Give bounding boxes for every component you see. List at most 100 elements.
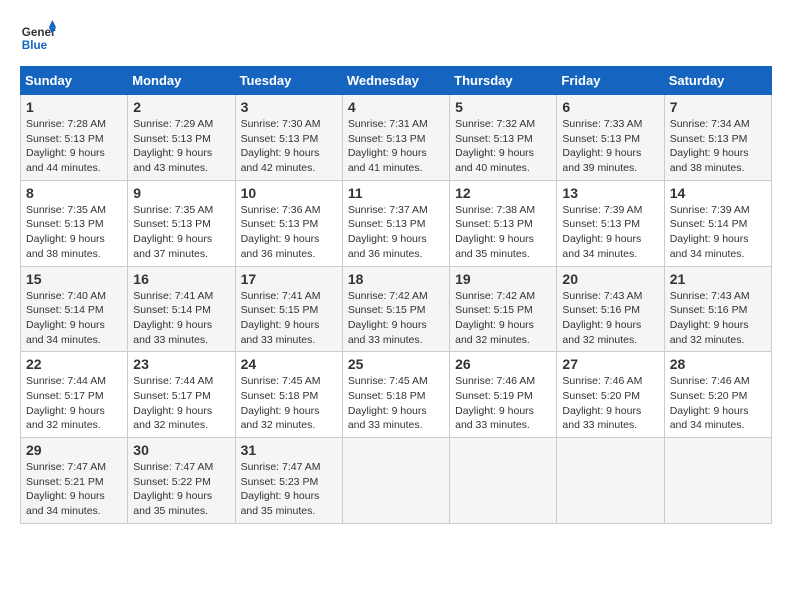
day-number: 29 (26, 442, 122, 458)
day-detail: Sunrise: 7:31 AM Sunset: 5:13 PM Dayligh… (348, 117, 444, 176)
calendar-cell: 18 Sunrise: 7:42 AM Sunset: 5:15 PM Dayl… (342, 266, 449, 352)
calendar-cell: 28 Sunrise: 7:46 AM Sunset: 5:20 PM Dayl… (664, 352, 771, 438)
calendar-cell: 29 Sunrise: 7:47 AM Sunset: 5:21 PM Dayl… (21, 438, 128, 524)
calendar-cell: 24 Sunrise: 7:45 AM Sunset: 5:18 PM Dayl… (235, 352, 342, 438)
logo: General Blue (20, 20, 60, 56)
day-detail: Sunrise: 7:34 AM Sunset: 5:13 PM Dayligh… (670, 117, 766, 176)
day-number: 12 (455, 185, 551, 201)
day-detail: Sunrise: 7:43 AM Sunset: 5:16 PM Dayligh… (562, 289, 658, 348)
day-detail: Sunrise: 7:41 AM Sunset: 5:14 PM Dayligh… (133, 289, 229, 348)
calendar-cell (664, 438, 771, 524)
day-detail: Sunrise: 7:41 AM Sunset: 5:15 PM Dayligh… (241, 289, 337, 348)
calendar-cell: 14 Sunrise: 7:39 AM Sunset: 5:14 PM Dayl… (664, 180, 771, 266)
day-number: 8 (26, 185, 122, 201)
day-detail: Sunrise: 7:42 AM Sunset: 5:15 PM Dayligh… (455, 289, 551, 348)
day-header-tuesday: Tuesday (235, 67, 342, 95)
calendar-cell: 20 Sunrise: 7:43 AM Sunset: 5:16 PM Dayl… (557, 266, 664, 352)
calendar-cell: 17 Sunrise: 7:41 AM Sunset: 5:15 PM Dayl… (235, 266, 342, 352)
day-detail: Sunrise: 7:30 AM Sunset: 5:13 PM Dayligh… (241, 117, 337, 176)
day-number: 16 (133, 271, 229, 287)
day-number: 26 (455, 356, 551, 372)
day-number: 27 (562, 356, 658, 372)
day-number: 23 (133, 356, 229, 372)
svg-text:Blue: Blue (22, 39, 48, 52)
day-header-friday: Friday (557, 67, 664, 95)
calendar-cell: 30 Sunrise: 7:47 AM Sunset: 5:22 PM Dayl… (128, 438, 235, 524)
day-number: 20 (562, 271, 658, 287)
day-detail: Sunrise: 7:46 AM Sunset: 5:20 PM Dayligh… (670, 374, 766, 433)
calendar-cell: 22 Sunrise: 7:44 AM Sunset: 5:17 PM Dayl… (21, 352, 128, 438)
day-detail: Sunrise: 7:33 AM Sunset: 5:13 PM Dayligh… (562, 117, 658, 176)
day-number: 31 (241, 442, 337, 458)
day-header-wednesday: Wednesday (342, 67, 449, 95)
calendar-cell: 4 Sunrise: 7:31 AM Sunset: 5:13 PM Dayli… (342, 95, 449, 181)
calendar-cell: 2 Sunrise: 7:29 AM Sunset: 5:13 PM Dayli… (128, 95, 235, 181)
day-number: 19 (455, 271, 551, 287)
day-detail: Sunrise: 7:46 AM Sunset: 5:19 PM Dayligh… (455, 374, 551, 433)
day-detail: Sunrise: 7:45 AM Sunset: 5:18 PM Dayligh… (241, 374, 337, 433)
day-detail: Sunrise: 7:47 AM Sunset: 5:23 PM Dayligh… (241, 460, 337, 519)
day-number: 2 (133, 99, 229, 115)
day-number: 7 (670, 99, 766, 115)
day-number: 6 (562, 99, 658, 115)
day-detail: Sunrise: 7:29 AM Sunset: 5:13 PM Dayligh… (133, 117, 229, 176)
calendar-cell (557, 438, 664, 524)
day-number: 28 (670, 356, 766, 372)
day-number: 21 (670, 271, 766, 287)
day-detail: Sunrise: 7:35 AM Sunset: 5:13 PM Dayligh… (133, 203, 229, 262)
day-detail: Sunrise: 7:39 AM Sunset: 5:13 PM Dayligh… (562, 203, 658, 262)
day-detail: Sunrise: 7:32 AM Sunset: 5:13 PM Dayligh… (455, 117, 551, 176)
day-detail: Sunrise: 7:42 AM Sunset: 5:15 PM Dayligh… (348, 289, 444, 348)
day-number: 10 (241, 185, 337, 201)
calendar-cell (450, 438, 557, 524)
calendar-cell: 19 Sunrise: 7:42 AM Sunset: 5:15 PM Dayl… (450, 266, 557, 352)
day-header-monday: Monday (128, 67, 235, 95)
day-number: 14 (670, 185, 766, 201)
day-detail: Sunrise: 7:43 AM Sunset: 5:16 PM Dayligh… (670, 289, 766, 348)
day-number: 25 (348, 356, 444, 372)
calendar-cell: 7 Sunrise: 7:34 AM Sunset: 5:13 PM Dayli… (664, 95, 771, 181)
calendar-cell: 15 Sunrise: 7:40 AM Sunset: 5:14 PM Dayl… (21, 266, 128, 352)
day-detail: Sunrise: 7:44 AM Sunset: 5:17 PM Dayligh… (26, 374, 122, 433)
calendar-cell: 13 Sunrise: 7:39 AM Sunset: 5:13 PM Dayl… (557, 180, 664, 266)
day-number: 9 (133, 185, 229, 201)
day-header-thursday: Thursday (450, 67, 557, 95)
calendar-cell: 3 Sunrise: 7:30 AM Sunset: 5:13 PM Dayli… (235, 95, 342, 181)
day-number: 22 (26, 356, 122, 372)
calendar-cell: 1 Sunrise: 7:28 AM Sunset: 5:13 PM Dayli… (21, 95, 128, 181)
day-detail: Sunrise: 7:47 AM Sunset: 5:21 PM Dayligh… (26, 460, 122, 519)
calendar-cell: 9 Sunrise: 7:35 AM Sunset: 5:13 PM Dayli… (128, 180, 235, 266)
logo-icon: General Blue (20, 20, 56, 56)
calendar-cell: 21 Sunrise: 7:43 AM Sunset: 5:16 PM Dayl… (664, 266, 771, 352)
day-number: 24 (241, 356, 337, 372)
calendar-cell: 6 Sunrise: 7:33 AM Sunset: 5:13 PM Dayli… (557, 95, 664, 181)
calendar-cell: 12 Sunrise: 7:38 AM Sunset: 5:13 PM Dayl… (450, 180, 557, 266)
day-detail: Sunrise: 7:37 AM Sunset: 5:13 PM Dayligh… (348, 203, 444, 262)
day-detail: Sunrise: 7:35 AM Sunset: 5:13 PM Dayligh… (26, 203, 122, 262)
day-header-saturday: Saturday (664, 67, 771, 95)
day-detail: Sunrise: 7:38 AM Sunset: 5:13 PM Dayligh… (455, 203, 551, 262)
day-detail: Sunrise: 7:45 AM Sunset: 5:18 PM Dayligh… (348, 374, 444, 433)
day-number: 15 (26, 271, 122, 287)
page-header: General Blue (20, 20, 772, 56)
day-number: 11 (348, 185, 444, 201)
calendar-cell: 27 Sunrise: 7:46 AM Sunset: 5:20 PM Dayl… (557, 352, 664, 438)
calendar-cell: 16 Sunrise: 7:41 AM Sunset: 5:14 PM Dayl… (128, 266, 235, 352)
calendar-cell: 23 Sunrise: 7:44 AM Sunset: 5:17 PM Dayl… (128, 352, 235, 438)
day-number: 13 (562, 185, 658, 201)
day-detail: Sunrise: 7:39 AM Sunset: 5:14 PM Dayligh… (670, 203, 766, 262)
calendar-table: SundayMondayTuesdayWednesdayThursdayFrid… (20, 66, 772, 524)
day-number: 5 (455, 99, 551, 115)
day-detail: Sunrise: 7:46 AM Sunset: 5:20 PM Dayligh… (562, 374, 658, 433)
day-header-sunday: Sunday (21, 67, 128, 95)
calendar-cell: 26 Sunrise: 7:46 AM Sunset: 5:19 PM Dayl… (450, 352, 557, 438)
calendar-cell: 25 Sunrise: 7:45 AM Sunset: 5:18 PM Dayl… (342, 352, 449, 438)
calendar-cell (342, 438, 449, 524)
day-detail: Sunrise: 7:40 AM Sunset: 5:14 PM Dayligh… (26, 289, 122, 348)
day-number: 1 (26, 99, 122, 115)
calendar-cell: 8 Sunrise: 7:35 AM Sunset: 5:13 PM Dayli… (21, 180, 128, 266)
day-detail: Sunrise: 7:44 AM Sunset: 5:17 PM Dayligh… (133, 374, 229, 433)
day-detail: Sunrise: 7:36 AM Sunset: 5:13 PM Dayligh… (241, 203, 337, 262)
day-detail: Sunrise: 7:28 AM Sunset: 5:13 PM Dayligh… (26, 117, 122, 176)
day-detail: Sunrise: 7:47 AM Sunset: 5:22 PM Dayligh… (133, 460, 229, 519)
